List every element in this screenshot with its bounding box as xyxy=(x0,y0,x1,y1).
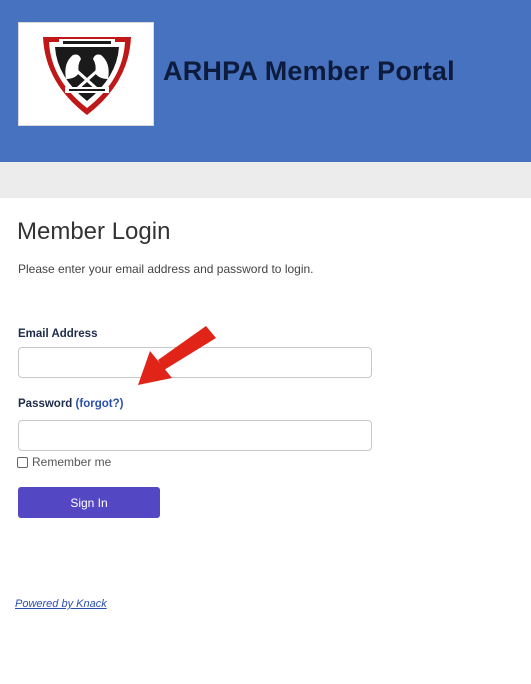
powered-by-knack-link[interactable]: Powered by Knack xyxy=(15,598,107,610)
portal-header: ARHPA Member Portal xyxy=(0,0,531,162)
remember-me-checkbox[interactable] xyxy=(17,456,28,468)
forgot-password-link[interactable]: (forgot?) xyxy=(76,398,124,410)
password-label-text: Password xyxy=(18,398,73,410)
login-instructions: Please enter your email address and pass… xyxy=(18,262,314,276)
password-field[interactable] xyxy=(18,420,372,451)
sign-in-button[interactable]: Sign In xyxy=(18,487,160,518)
remember-me-label: Remember me xyxy=(32,455,112,469)
email-label: Email Address xyxy=(18,328,98,340)
menu-bar xyxy=(0,162,531,198)
remember-me-row: Remember me xyxy=(17,455,111,469)
arhpa-logo[interactable] xyxy=(18,22,154,126)
shield-logo-icon xyxy=(43,37,131,115)
portal-title: ARHPA Member Portal xyxy=(163,56,455,86)
login-heading: Member Login xyxy=(17,218,171,245)
password-label: Password (forgot?) xyxy=(18,398,123,410)
email-field[interactable] xyxy=(18,347,372,378)
